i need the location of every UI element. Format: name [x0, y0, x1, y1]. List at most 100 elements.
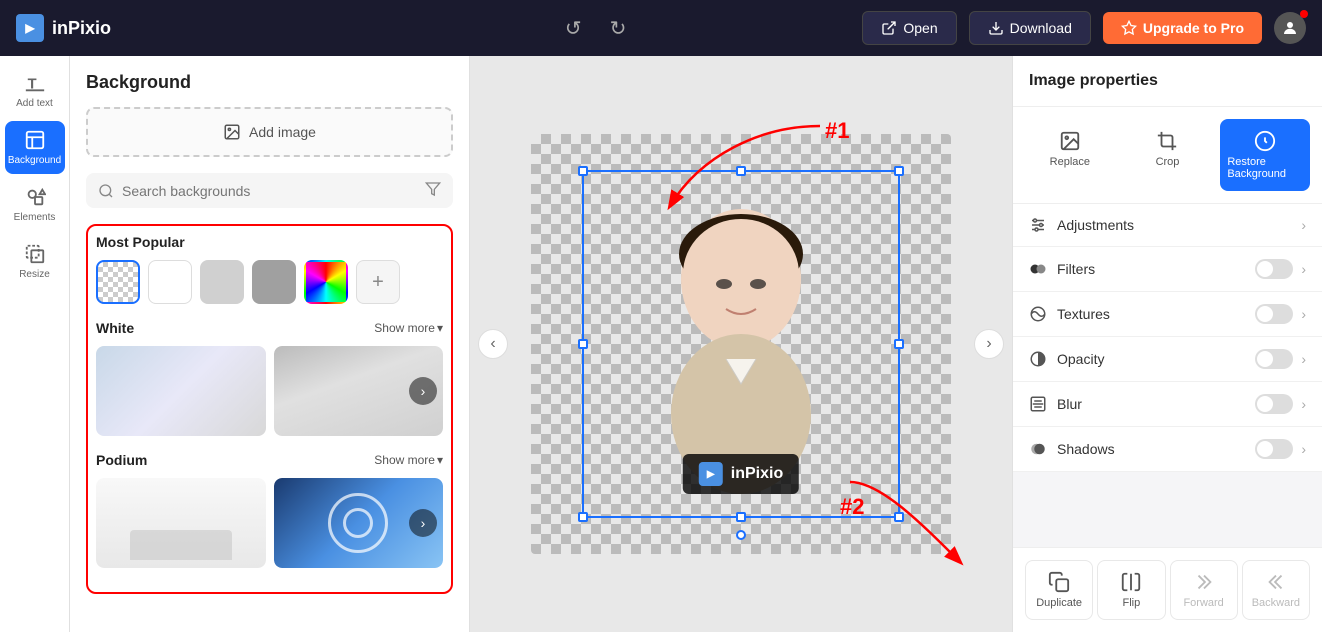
- flip-icon: [1120, 571, 1142, 593]
- swatch-add-button[interactable]: +: [356, 260, 400, 304]
- white-next-button[interactable]: ›: [409, 377, 437, 405]
- filters-label: Filters: [1057, 261, 1095, 277]
- sidebar-item-elements[interactable]: Elements: [5, 178, 65, 231]
- sidebar-item-resize[interactable]: Resize: [5, 235, 65, 288]
- opacity-row[interactable]: Opacity ›: [1013, 337, 1322, 382]
- duplicate-icon: [1048, 571, 1070, 593]
- most-popular-title: Most Popular: [96, 234, 185, 250]
- restore-label: Restore Background: [1227, 156, 1303, 180]
- canvas-nav-right[interactable]: ›: [974, 329, 1004, 359]
- topbar-center: ↺ ↻: [559, 10, 633, 47]
- backward-icon: [1265, 571, 1287, 593]
- canvas-nav-left[interactable]: ‹: [478, 329, 508, 359]
- backward-label: Backward: [1252, 597, 1300, 609]
- upgrade-label: Upgrade to Pro: [1143, 20, 1244, 36]
- add-image-label: Add image: [249, 124, 316, 140]
- blur-icon: [1029, 395, 1047, 413]
- download-label: Download: [1010, 20, 1072, 36]
- forward-tool[interactable]: Forward: [1170, 560, 1238, 620]
- bg-thumb-white-1[interactable]: [96, 346, 266, 436]
- bottom-tools: Duplicate Flip Forward Backward: [1013, 547, 1322, 632]
- logo-icon: ▶: [16, 14, 44, 42]
- flip-label: Flip: [1123, 597, 1141, 609]
- podium-next-button[interactable]: ›: [409, 509, 437, 537]
- shadows-icon: [1029, 440, 1047, 458]
- right-panel: Image properties Replace Crop Restore Ba…: [1012, 56, 1322, 632]
- image-props-tools: Replace Crop Restore Background: [1013, 107, 1322, 204]
- watermark-text: inPixio: [731, 465, 783, 483]
- blur-chevron: ›: [1301, 396, 1306, 412]
- duplicate-tool[interactable]: Duplicate: [1025, 560, 1093, 620]
- canvas-wrapper: ▶ inPixio: [531, 134, 951, 554]
- swatch-lightgray[interactable]: [200, 260, 244, 304]
- replace-label: Replace: [1050, 156, 1090, 168]
- bg-thumb-podium-1[interactable]: [96, 478, 266, 568]
- sidebar-elements-label: Elements: [14, 212, 56, 223]
- image-properties-title: Image properties: [1013, 56, 1322, 107]
- textures-row[interactable]: Textures ›: [1013, 292, 1322, 337]
- shadows-label: Shadows: [1057, 441, 1115, 457]
- swatch-gray[interactable]: [252, 260, 296, 304]
- flip-tool[interactable]: Flip: [1097, 560, 1165, 620]
- restore-tool[interactable]: Restore Background: [1220, 119, 1310, 191]
- open-button[interactable]: Open: [862, 11, 956, 45]
- shadows-row[interactable]: Shadows ›: [1013, 427, 1322, 472]
- crop-tool[interactable]: Crop: [1123, 119, 1213, 191]
- opacity-chevron: ›: [1301, 351, 1306, 367]
- shadows-toggle[interactable]: [1255, 439, 1293, 459]
- filters-toggle[interactable]: [1255, 259, 1293, 279]
- color-swatches: +: [96, 260, 443, 304]
- swatch-rainbow[interactable]: [304, 260, 348, 304]
- filters-row[interactable]: Filters ›: [1013, 247, 1322, 292]
- podium-show-more[interactable]: Show more ▾: [374, 453, 443, 467]
- search-input[interactable]: [122, 183, 417, 199]
- backward-tool[interactable]: Backward: [1242, 560, 1310, 620]
- sidebar-item-text[interactable]: T Add text: [5, 64, 65, 117]
- bg-thumb-podium-2[interactable]: ›: [274, 478, 444, 568]
- watermark-logo: ▶: [699, 462, 723, 486]
- add-image-button[interactable]: Add image: [86, 107, 453, 157]
- duplicate-label: Duplicate: [1036, 597, 1082, 609]
- search-icon: [98, 183, 114, 199]
- blur-row[interactable]: Blur ›: [1013, 382, 1322, 427]
- swatch-white[interactable]: [148, 260, 192, 304]
- adjustments-row[interactable]: Adjustments ›: [1013, 204, 1322, 247]
- replace-tool[interactable]: Replace: [1025, 119, 1115, 191]
- podium-section-title: Podium: [96, 452, 147, 468]
- sidebar-background-label: Background: [8, 155, 61, 166]
- popular-section: Most Popular + White Show more ▾: [86, 224, 453, 594]
- filter-button[interactable]: [425, 181, 441, 200]
- podium-bg-grid: ›: [96, 478, 443, 568]
- adjustments-chevron: ›: [1301, 217, 1306, 233]
- white-section-header: White Show more ▾: [96, 320, 443, 336]
- opacity-icon: [1029, 350, 1047, 368]
- textures-icon: [1029, 305, 1047, 323]
- swatch-transparent[interactable]: [96, 260, 140, 304]
- opacity-toggle[interactable]: [1255, 349, 1293, 369]
- user-avatar[interactable]: [1274, 12, 1306, 44]
- white-section-title: White: [96, 320, 134, 336]
- app-logo: ▶ inPixio: [16, 14, 111, 42]
- blur-toggle[interactable]: [1255, 394, 1293, 414]
- white-show-more[interactable]: Show more ▾: [374, 321, 443, 335]
- forward-icon: [1193, 571, 1215, 593]
- adjustments-icon: [1029, 216, 1047, 234]
- download-button[interactable]: Download: [969, 11, 1091, 45]
- filters-chevron: ›: [1301, 261, 1306, 277]
- textures-toggle[interactable]: [1255, 304, 1293, 324]
- forward-label: Forward: [1183, 597, 1223, 609]
- shadows-chevron: ›: [1301, 441, 1306, 457]
- sidebar-item-background[interactable]: Background: [5, 121, 65, 174]
- opacity-label: Opacity: [1057, 351, 1104, 367]
- undo-button[interactable]: ↺: [559, 10, 588, 47]
- most-popular-header: Most Popular: [96, 234, 443, 250]
- canvas-image[interactable]: ▶ inPixio: [586, 174, 896, 514]
- podium-section-header: Podium Show more ▾: [96, 452, 443, 468]
- upgrade-button[interactable]: Upgrade to Pro: [1103, 12, 1262, 44]
- icon-sidebar: T Add text Background Elements Resize: [0, 56, 70, 632]
- panel-title: Background: [86, 72, 453, 93]
- bg-thumb-white-2[interactable]: ›: [274, 346, 444, 436]
- filters-icon: [1029, 260, 1047, 278]
- crop-label: Crop: [1156, 156, 1180, 168]
- redo-button[interactable]: ↻: [604, 10, 633, 47]
